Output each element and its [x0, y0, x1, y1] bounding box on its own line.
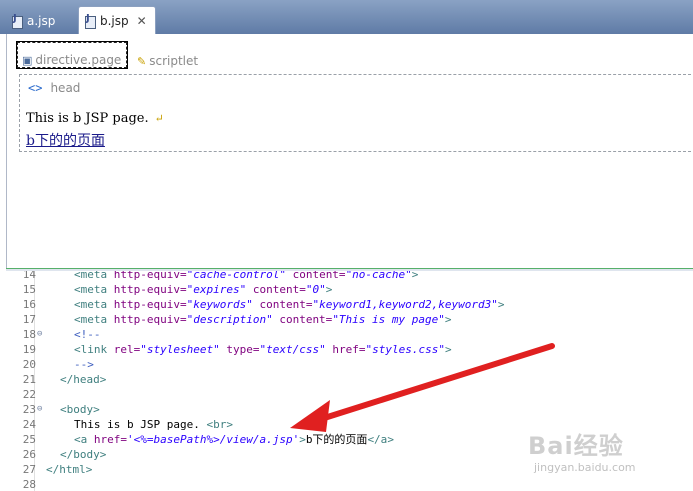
watermark-brand: Bai经验 [528, 432, 624, 460]
red-arrow-annotation [290, 343, 555, 432]
watermark-url: jingyan.baidu.com [534, 461, 636, 474]
watermark: Bai经验 jingyan.baidu.com [528, 426, 636, 474]
